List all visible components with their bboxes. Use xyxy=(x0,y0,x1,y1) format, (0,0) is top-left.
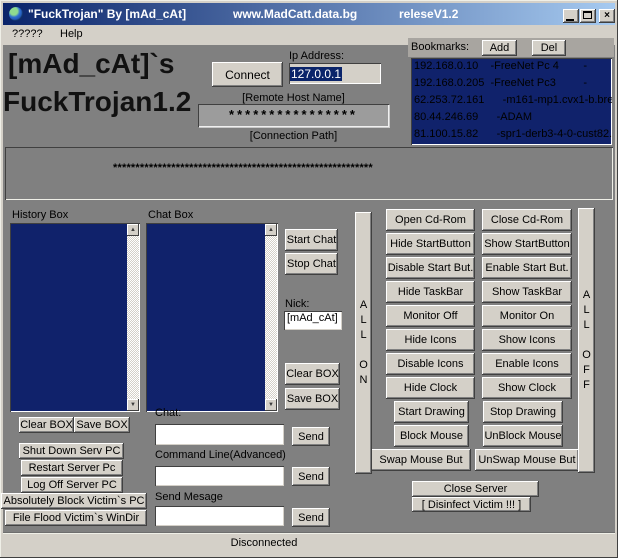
close-button[interactable]: × xyxy=(599,9,615,23)
history-scrollbar[interactable]: ▲ ▼ xyxy=(127,224,139,411)
globe-app-icon xyxy=(9,7,23,21)
file-flood-windir-button[interactable]: File Flood Victim`s WinDir xyxy=(5,510,147,526)
minimize-icon xyxy=(566,19,574,21)
disinfect-victim-button[interactable]: [ Disinfect Victim !!! ] xyxy=(412,497,531,512)
close-icon: × xyxy=(604,10,610,21)
history-box-label: History Box xyxy=(12,209,68,221)
stop-drawing-button[interactable]: Stop Drawing xyxy=(483,401,563,423)
connect-button[interactable]: Connect xyxy=(212,62,283,87)
bookmark-add-button[interactable]: Add xyxy=(482,40,517,56)
start-chat-button[interactable]: Start Chat xyxy=(285,229,338,251)
monitor-off-button[interactable]: Monitor Off xyxy=(386,305,475,327)
title-bar: "FuckTrojan" By [mAd_cAt] www.MadCatt.da… xyxy=(3,3,615,25)
bookmarks-listbox[interactable]: 192.168.0.10 -FreeNet Pc 4 - 192.168.0.2… xyxy=(411,58,612,145)
hide-clock-button[interactable]: Hide Clock xyxy=(386,377,475,399)
chat-listbox[interactable]: ▲ ▼ xyxy=(146,223,278,412)
menu-item-help[interactable]: Help xyxy=(60,28,83,40)
enable-icons-button[interactable]: Enable Icons xyxy=(482,353,572,375)
connection-path-panel: ****************************************… xyxy=(5,147,613,200)
close-server-button[interactable]: Close Server xyxy=(412,481,539,497)
scroll-down-icon[interactable]: ▼ xyxy=(127,399,139,411)
show-icons-button[interactable]: Show Icons xyxy=(482,329,572,351)
send-message-label: Send Mesage xyxy=(155,491,223,503)
logoff-server-pc-button[interactable]: Log Off Server PC xyxy=(21,477,123,493)
ip-address-value: 127.0.0.1 xyxy=(290,67,342,81)
send-command-button[interactable]: Send xyxy=(292,467,330,486)
remote-host-box: **************** xyxy=(198,104,389,127)
block-mouse-button[interactable]: Block Mouse xyxy=(394,425,469,447)
hide-startbutton-button[interactable]: Hide StartButton xyxy=(386,233,475,255)
chat-input-label: Chat: xyxy=(155,407,181,419)
disable-startbutton-button[interactable]: Disable Start But. xyxy=(386,257,475,279)
start-drawing-button[interactable]: Start Drawing xyxy=(394,401,469,423)
send-message-button[interactable]: Send xyxy=(292,508,330,527)
unswap-mouse-button[interactable]: UnSwap Mouse But xyxy=(475,449,579,471)
save-chatbox-button[interactable]: Save BOX xyxy=(285,388,340,410)
app-window: "FuckTrojan" By [mAd_cAt] www.MadCatt.da… xyxy=(0,0,618,558)
bookmarks-label: Bookmarks: xyxy=(411,41,469,53)
scroll-down-icon[interactable]: ▼ xyxy=(265,399,277,411)
scroll-up-icon[interactable]: ▲ xyxy=(265,224,277,236)
status-bar: Disconnected xyxy=(3,532,615,555)
command-line-label: Command Line(Advanced) xyxy=(155,449,286,461)
connection-path-label: [Connection Path] xyxy=(198,130,389,142)
show-taskbar-button[interactable]: Show TaskBar xyxy=(482,281,572,303)
menu-item-questions[interactable]: ????? xyxy=(12,28,43,40)
connection-path-stars: ****************************************… xyxy=(113,162,373,174)
app-heading-line1: [mAd_cAt]`s xyxy=(8,48,174,80)
all-off-button[interactable]: A L L O F F xyxy=(578,208,595,473)
clear-chatbox-button[interactable]: Clear BOX xyxy=(285,363,340,385)
maximize-icon xyxy=(583,11,592,19)
bookmark-del-button[interactable]: Del xyxy=(532,40,566,56)
hide-taskbar-button[interactable]: Hide TaskBar xyxy=(386,281,475,303)
window-title: "FuckTrojan" By [mAd_cAt] xyxy=(28,7,186,21)
unblock-mouse-button[interactable]: UnBlock Mouse xyxy=(483,425,563,447)
nick-input[interactable]: [mAd_cAt] xyxy=(284,311,342,330)
show-startbutton-button[interactable]: Show StartButton xyxy=(482,233,572,255)
disable-icons-button[interactable]: Disable Icons xyxy=(386,353,475,375)
command-line-input[interactable] xyxy=(155,466,284,486)
connection-status: Disconnected xyxy=(231,537,298,549)
history-listbox[interactable]: ▲ ▼ xyxy=(10,223,140,412)
bookmark-item[interactable]: 62.253.72.161 -m161-mp1.cvx1-b.bre xyxy=(411,92,612,109)
app-heading-line2: FuckTrojan1.2 xyxy=(3,86,191,118)
monitor-on-button[interactable]: Monitor On xyxy=(482,305,572,327)
chat-box-label: Chat Box xyxy=(148,209,193,221)
clear-historybox-button[interactable]: Clear BOX xyxy=(19,417,74,433)
send-chat-button[interactable]: Send xyxy=(292,427,330,446)
chat-scrollbar[interactable]: ▲ ▼ xyxy=(265,224,277,411)
close-cdrom-button[interactable]: Close Cd-Rom xyxy=(482,209,572,231)
block-victim-pc-button[interactable]: Absolutely Block Victim`s PC xyxy=(1,493,147,509)
all-on-button[interactable]: A L L O N xyxy=(355,212,372,474)
open-cdrom-button[interactable]: Open Cd-Rom xyxy=(386,209,475,231)
ip-address-input[interactable]: 127.0.0.1 xyxy=(289,63,381,84)
save-historybox-button[interactable]: Save BOX xyxy=(74,417,130,433)
window-title-site: www.MadCatt.data.bg xyxy=(233,7,357,21)
bookmark-item[interactable]: 192.168.0.10 -FreeNet Pc 4 - xyxy=(411,58,612,75)
bookmark-item[interactable]: 81.100.15.82 -spr1-derb3-4-0-cust82. xyxy=(411,126,612,143)
swap-mouse-button[interactable]: Swap Mouse But xyxy=(371,449,471,471)
stop-chat-button[interactable]: Stop Chat xyxy=(285,253,338,275)
scroll-up-icon[interactable]: ▲ xyxy=(127,224,139,236)
shutdown-server-pc-button[interactable]: Shut Down Serv PC xyxy=(19,443,124,459)
hide-icons-button[interactable]: Hide Icons xyxy=(386,329,475,351)
chat-input[interactable] xyxy=(155,424,284,445)
minimize-button[interactable] xyxy=(563,9,579,23)
restart-server-pc-button[interactable]: Restart Server Pc xyxy=(21,460,123,476)
ip-address-label: Ip Address: xyxy=(289,50,344,62)
enable-startbutton-button[interactable]: Enable Start But. xyxy=(482,257,572,279)
remote-host-label: [Remote Host Name] xyxy=(198,92,389,104)
bookmark-item[interactable]: 192.168.0.205 -FreeNet Pc3 - xyxy=(411,75,612,92)
show-clock-button[interactable]: Show Clock xyxy=(482,377,572,399)
bookmark-item[interactable]: 80.44.246.69 -ADAM xyxy=(411,109,612,126)
nick-label: Nick: xyxy=(285,298,309,310)
maximize-button[interactable] xyxy=(580,9,596,23)
send-message-input[interactable] xyxy=(155,506,284,526)
window-title-version: releseV1.2 xyxy=(399,7,458,21)
